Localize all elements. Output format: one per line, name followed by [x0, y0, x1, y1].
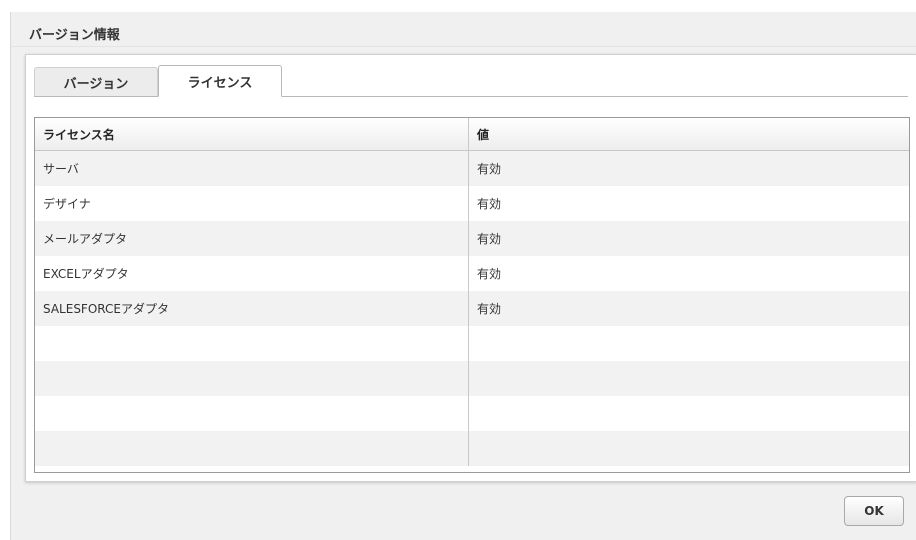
license-value-cell: 有効 [477, 197, 502, 211]
table-row[interactable]: SALESFORCEアダプタ 有効 [35, 291, 909, 326]
table-header: ライセンス名 値 [35, 118, 909, 151]
license-value-cell: 有効 [477, 302, 502, 316]
tab-panel: バージョン ライセンス ライセンス名 値 サーバ 有効 デザイナ 有効 メールア… [25, 54, 916, 482]
table-row[interactable]: デザイナ 有効 [35, 186, 909, 221]
tab-bar: バージョン ライセンス [34, 65, 282, 97]
license-name-cell [35, 326, 469, 361]
license-name-cell: SALESFORCEアダプタ [35, 291, 469, 326]
license-name-cell: サーバ [35, 151, 469, 186]
license-name-cell: EXCELアダプタ [35, 256, 469, 291]
title-divider [11, 46, 916, 47]
license-name-cell [35, 396, 469, 431]
license-value-cell: 有効 [477, 162, 502, 176]
license-value-cell: 有効 [477, 267, 502, 281]
table-row[interactable]: メールアダプタ 有効 [35, 221, 909, 256]
column-header-value[interactable]: 値 [469, 118, 909, 150]
license-name-cell [35, 361, 469, 396]
version-info-dialog: バージョン情報 バージョン ライセンス ライセンス名 値 サーバ 有効 デザイナ… [10, 12, 916, 540]
license-value-cell: 有効 [477, 232, 502, 246]
license-name-cell [35, 431, 469, 466]
table-row-empty [35, 396, 909, 431]
license-value-cell [469, 396, 909, 431]
table-row[interactable]: EXCELアダプタ 有効 [35, 256, 909, 291]
table-row-empty [35, 431, 909, 466]
license-value-cell [469, 431, 909, 466]
license-table: ライセンス名 値 サーバ 有効 デザイナ 有効 メールアダプタ 有効 EXCEL… [34, 117, 910, 473]
tab-license[interactable]: ライセンス [158, 65, 282, 97]
dialog-title: バージョン情報 [29, 28, 120, 43]
tab-version[interactable]: バージョン [34, 67, 158, 97]
ok-button[interactable]: OK [844, 496, 904, 526]
table-row-empty [35, 326, 909, 361]
license-value-cell [469, 361, 909, 396]
license-name-cell: デザイナ [35, 186, 469, 221]
license-value-cell [469, 326, 909, 361]
table-row-empty [35, 361, 909, 396]
table-row[interactable]: サーバ 有効 [35, 151, 909, 186]
column-header-license-name[interactable]: ライセンス名 [35, 118, 469, 150]
license-name-cell: メールアダプタ [35, 221, 469, 256]
